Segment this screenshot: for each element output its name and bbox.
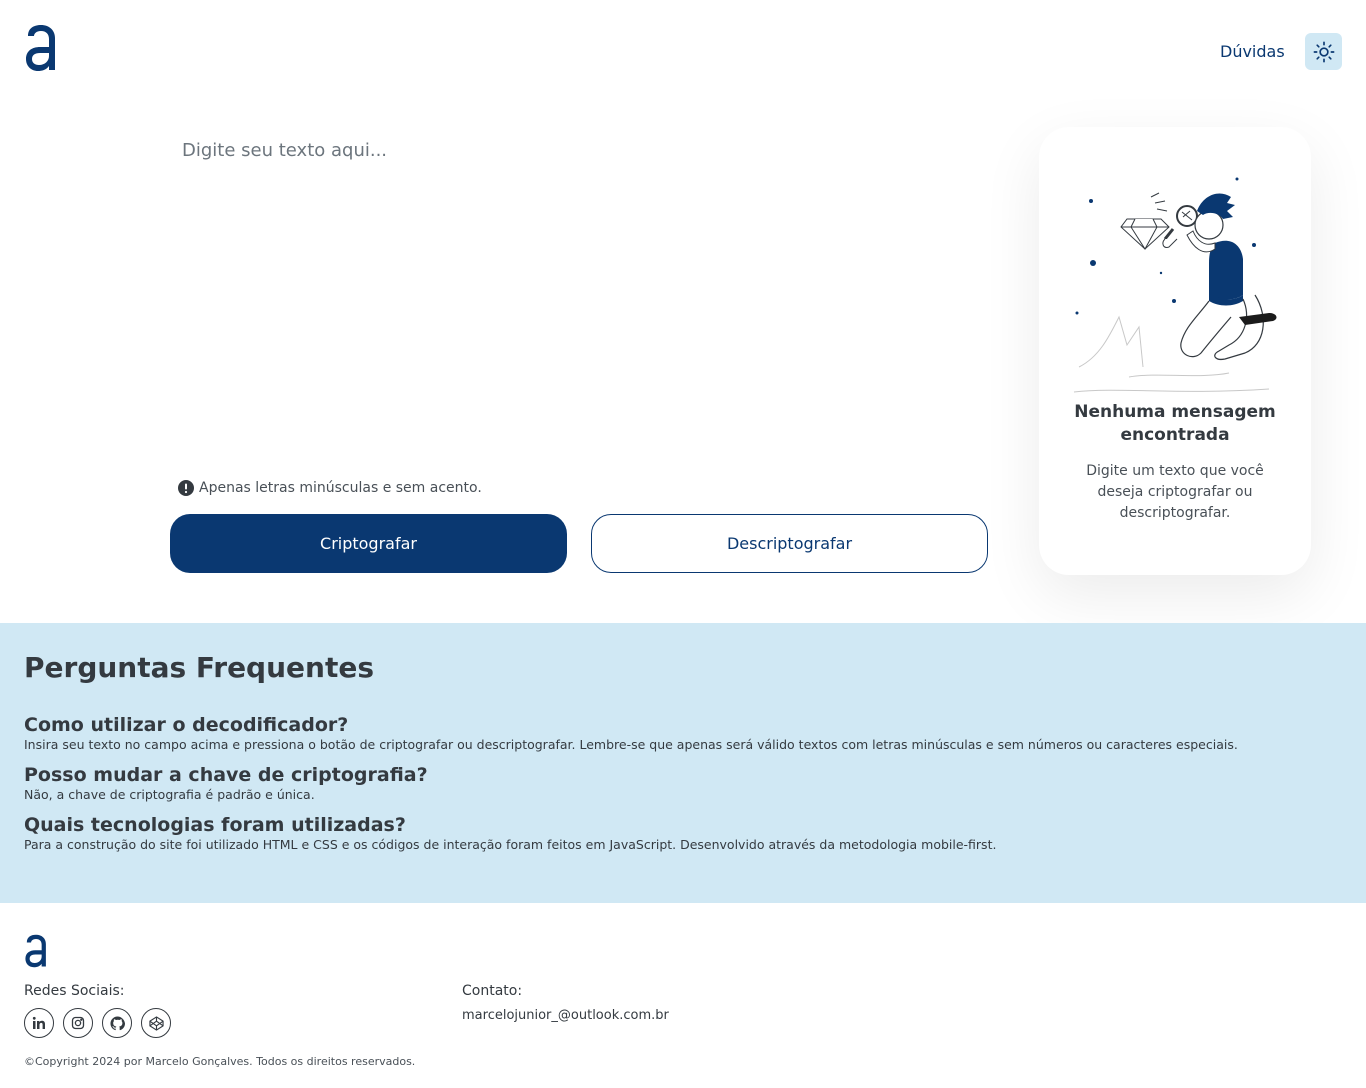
person-magnifying-glass-illustration [1073,177,1277,393]
social-links [24,1008,171,1038]
faq-item: Como utilizar o decodificador? Insira se… [24,714,1342,754]
result-description: Digite um texto que você deseja criptogr… [1086,463,1264,521]
linkedin-icon[interactable] [24,1008,54,1038]
alura-logo-icon[interactable] [24,24,58,72]
encrypt-button[interactable]: Criptografar [170,514,567,573]
faq-question: Posso mudar a chave de criptografia? [24,764,428,786]
contact-email-link[interactable]: marcelojunior_@outlook.com.br [462,1008,669,1023]
github-icon[interactable] [102,1008,132,1038]
contact-label: Contato: [462,983,523,999]
sun-icon [1313,41,1334,62]
faq-title: Perguntas Frequentes [24,651,374,684]
faq-question: Quais tecnologias foram utilizadas? [24,814,406,836]
decrypt-button[interactable]: Descriptografar [591,514,988,573]
faq-item: Posso mudar a chave de criptografia? Não… [24,764,1342,804]
alura-logo-icon[interactable] [24,933,48,969]
faq-answer: Não, a chave de criptografia é padrão e … [24,787,315,802]
faq-item: Quais tecnologias foram utilizadas? Para… [24,814,1342,854]
duvidas-link[interactable]: Dúvidas [1220,42,1285,61]
instagram-icon[interactable] [63,1008,93,1038]
input-hint: Apenas letras minúsculas e sem acento. [178,480,482,496]
codepen-icon[interactable] [141,1008,171,1038]
exclamation-icon [178,480,194,496]
text-input[interactable] [170,130,990,460]
faq-question: Como utilizar o decodificador? [24,714,349,736]
faq-answer: Insira seu texto no campo acima e pressi… [24,737,1238,752]
page-header: Dúvidas [0,0,1366,100]
faq-section: Perguntas Frequentes Como utilizar o dec… [0,623,1366,903]
result-title: Nenhuma mensagem encontrada [1074,402,1276,445]
copyright-text: ©Copyright 2024 por Marcelo Gonçalves. T… [24,1055,416,1068]
theme-toggle-button[interactable] [1305,33,1342,70]
page-footer: Redes Sociais: Contato: marcelojunior_@o… [0,903,1366,1088]
result-panel: Nenhuma mensagem encontrada Digite um te… [1039,127,1311,575]
faq-answer: Para a construção do site foi utilizado … [24,837,997,852]
hint-text: Apenas letras minúsculas e sem acento. [199,480,482,496]
social-label: Redes Sociais: [24,983,125,999]
